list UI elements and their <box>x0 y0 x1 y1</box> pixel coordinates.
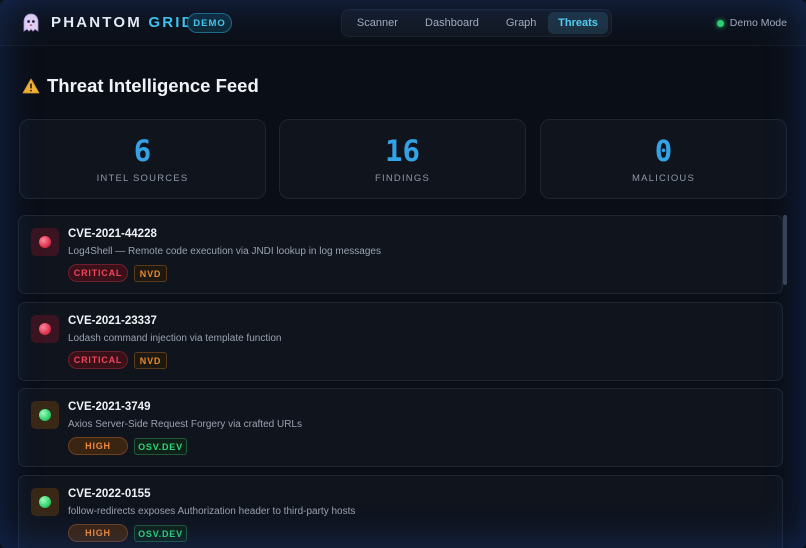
ghost-logo-icon <box>23 13 39 32</box>
tab-graph[interactable]: Graph <box>494 12 548 34</box>
warning-icon <box>22 78 40 94</box>
tab-threats[interactable]: Threats <box>548 12 608 34</box>
threat-card[interactable]: CVE-2021-44228 Log4Shell — Remote code e… <box>18 215 783 294</box>
threat-card[interactable]: CVE-2022-0155 follow-redirects exposes A… <box>18 475 783 548</box>
cve-description: Axios Server-Side Request Forgery via cr… <box>68 419 302 430</box>
severity-indicator <box>31 228 59 256</box>
stat-card-findings: 16 FINDINGS <box>279 119 526 199</box>
green-dot-icon <box>39 409 51 421</box>
stat-card-intel-sources: 6 INTEL SOURCES <box>19 119 266 199</box>
red-dot-icon <box>39 323 51 335</box>
demo-badge: DEMO <box>187 13 232 33</box>
red-dot-icon <box>39 236 51 248</box>
severity-indicator <box>31 488 59 516</box>
source-badge: NVD <box>134 352 167 369</box>
severity-badge: HIGH <box>68 524 128 542</box>
severity-badge: HIGH <box>68 437 128 455</box>
cve-id: CVE-2021-3749 <box>68 401 151 413</box>
stat-value: 6 <box>133 134 152 168</box>
stat-card-malicious: 0 MALICIOUS <box>540 119 787 199</box>
cve-description: Lodash command injection via template fu… <box>68 333 282 344</box>
list-scrollbar[interactable] <box>783 215 787 285</box>
main-nav: Scanner Dashboard Graph Threats <box>341 9 612 37</box>
stat-label: INTEL SOURCES <box>96 173 189 184</box>
stat-value: 0 <box>654 134 673 168</box>
tab-dashboard[interactable]: Dashboard <box>410 12 494 34</box>
page-title: Threat Intelligence Feed <box>47 75 259 96</box>
cve-description: Log4Shell — Remote code execution via JN… <box>68 246 381 257</box>
cve-id: CVE-2021-44228 <box>68 228 157 240</box>
threat-list[interactable]: CVE-2021-44228 Log4Shell — Remote code e… <box>18 214 790 548</box>
cve-id: CVE-2022-0155 <box>68 488 151 500</box>
mode-indicator: Demo Mode <box>716 17 787 29</box>
severity-indicator <box>31 315 59 343</box>
severity-indicator <box>31 401 59 429</box>
stat-value: 16 <box>385 134 420 168</box>
cve-description: follow-redirects exposes Authorization h… <box>68 506 356 517</box>
brand-main: PHANTOM <box>51 14 149 31</box>
severity-badge: CRITICAL <box>68 351 128 369</box>
threat-card[interactable]: CVE-2021-23337 Lodash command injection … <box>18 302 783 381</box>
cve-id: CVE-2021-23337 <box>68 315 157 327</box>
mode-label: Demo Mode <box>729 17 787 29</box>
green-dot-icon <box>39 496 51 508</box>
brand-name[interactable]: PHANTOM GRID <box>51 14 195 31</box>
source-badge: OSV.DEV <box>134 525 187 542</box>
source-badge: NVD <box>134 265 167 282</box>
stat-label: FINDINGS <box>375 173 430 184</box>
source-badge: OSV.DEV <box>134 438 187 455</box>
status-dot-icon <box>716 19 724 27</box>
page-title-row: Threat Intelligence Feed <box>22 75 259 97</box>
severity-badge: CRITICAL <box>68 264 128 282</box>
threat-card[interactable]: CVE-2021-3749 Axios Server-Side Request … <box>18 388 783 467</box>
top-bar: PHANTOM GRID DEMO Scanner Dashboard Grap… <box>0 0 806 46</box>
tab-scanner[interactable]: Scanner <box>345 12 410 34</box>
stat-label: MALICIOUS <box>631 173 696 184</box>
